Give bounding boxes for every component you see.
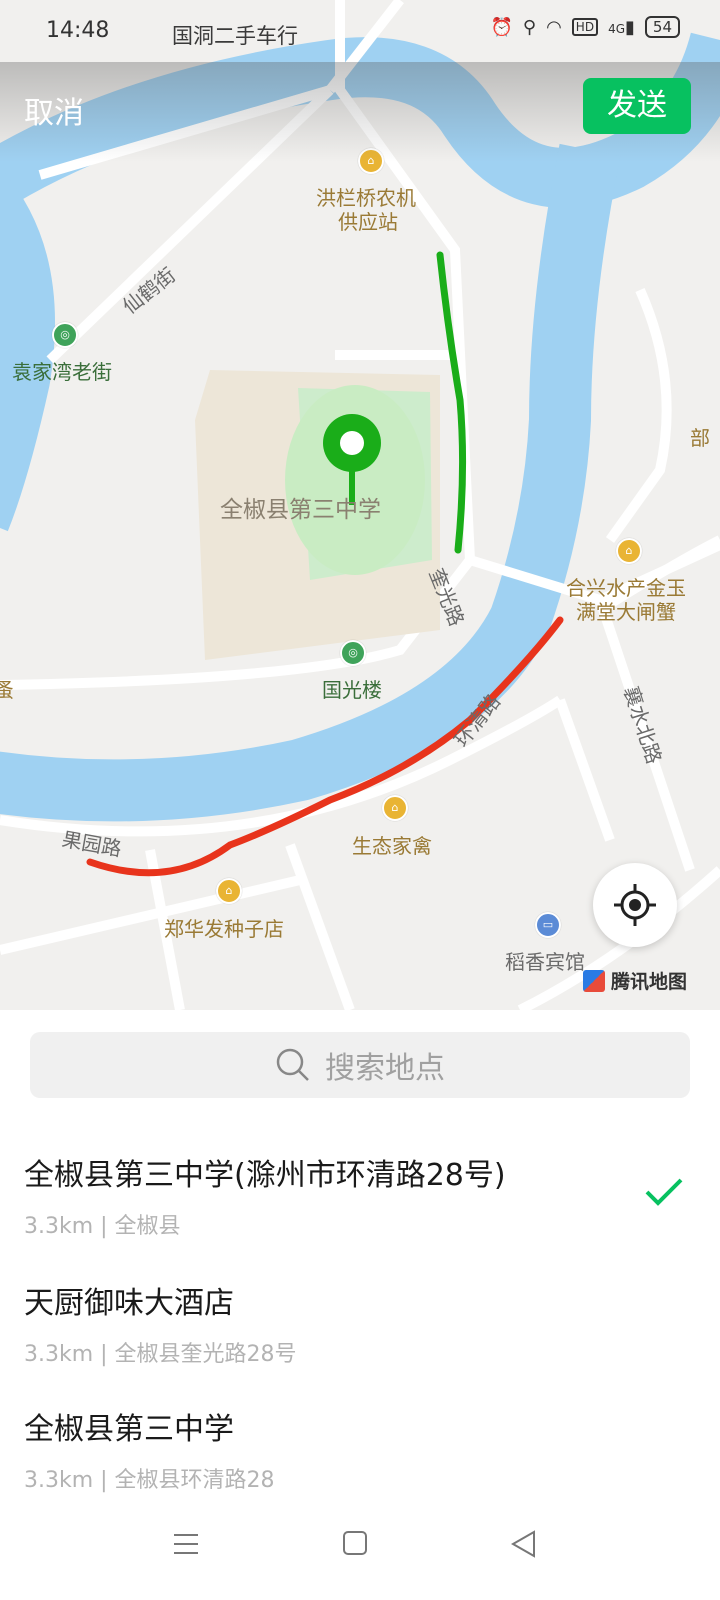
back-icon[interactable]	[510, 1530, 536, 1558]
battery-icon: 54	[644, 16, 680, 38]
signal-icon: 4G▮	[608, 16, 635, 38]
menu-icon[interactable]	[172, 1530, 200, 1558]
scenic-icon: ◎	[52, 322, 78, 348]
hd-icon: HD	[571, 18, 599, 36]
battery-level: 54	[652, 18, 672, 36]
my-location-button[interactable]	[593, 863, 677, 947]
result-name: 天厨御味大酒店	[24, 1286, 234, 1321]
map-label-yuanjia: 袁家湾老街	[12, 360, 112, 384]
home-icon[interactable]	[342, 1530, 368, 1556]
status-ticker: 国洞二手车行	[172, 24, 298, 48]
status-time: 14:48	[46, 18, 110, 43]
result-detail: 3.3km | 全椒县奎光路28号	[24, 1342, 297, 1367]
system-nav-bar	[0, 1500, 720, 1600]
status-bar: 14:48 国洞二手车行 ⏰ ⚲ ◠ HD 4G▮ 54	[0, 0, 720, 62]
map-label-school: 全椒县第三中学	[220, 497, 381, 523]
list-item[interactable]: 天厨御味大酒店 3.3km | 全椒县奎光路28号	[24, 1278, 704, 1368]
send-button[interactable]: 发送	[583, 78, 691, 134]
location-icon: ⚲	[522, 16, 537, 38]
scenic-icon: ◎	[340, 640, 366, 666]
result-name: 全椒县第三中学	[24, 1412, 234, 1447]
result-detail: 3.3km | 全椒县环清路28	[24, 1468, 275, 1493]
list-item[interactable]: 全椒县第三中学 3.3km | 全椒县环清路28	[24, 1404, 704, 1494]
search-input[interactable]: 搜索地点	[30, 1032, 690, 1098]
map-label-zhenghua: 郑华发种子店	[164, 917, 284, 941]
map-label-shengtai: 生态家禽	[352, 834, 432, 858]
map-brand: 腾讯地图	[583, 967, 687, 994]
restaurant-icon: ⌂	[616, 538, 642, 564]
map-label-hongl2: 供应站	[338, 210, 398, 234]
hotel-icon: ▭	[535, 912, 561, 938]
brand-label: 腾讯地图	[611, 971, 688, 993]
map-label-guoguang: 国光楼	[322, 678, 382, 702]
map-label-daoxiang: 稻香宾馆	[505, 950, 585, 974]
result-detail: 3.3km | 全椒县	[24, 1214, 181, 1239]
network-label: 4G	[608, 21, 625, 36]
search-icon	[276, 1048, 309, 1081]
map-label-hexing2: 满堂大闸蟹	[576, 600, 676, 624]
tencent-map-logo-icon	[583, 969, 605, 992]
restaurant-icon: ⌂	[382, 795, 408, 821]
restaurant-icon: ⌂	[216, 878, 242, 904]
result-name: 全椒县第三中学(滁州市环清路28号)	[24, 1158, 506, 1193]
checkmark-icon	[645, 1178, 683, 1206]
status-icons: ⏰ ⚲ ◠ HD 4G▮ 54	[490, 16, 680, 38]
alarm-icon: ⏰	[490, 16, 513, 38]
list-item[interactable]: 全椒县第三中学(滁州市环清路28号) 3.3km | 全椒县	[24, 1150, 704, 1240]
wifi-icon: ◠	[546, 16, 562, 38]
map-label-partial-left: 蚤	[0, 678, 14, 702]
cancel-button[interactable]: 取消	[24, 88, 84, 132]
search-placeholder: 搜索地点	[325, 1051, 445, 1086]
crosshair-icon	[614, 884, 656, 926]
map-label-partial-right: 部	[690, 426, 710, 450]
